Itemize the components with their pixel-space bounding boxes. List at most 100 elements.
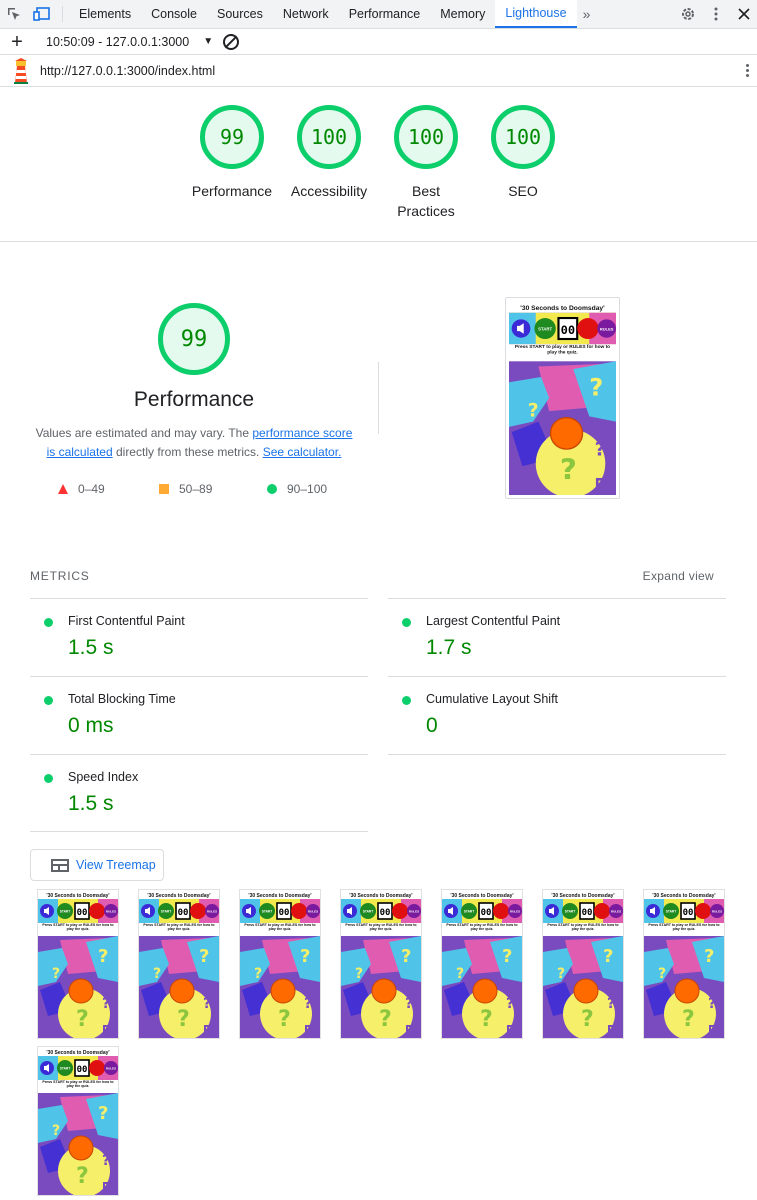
gauge-seo[interactable]: 100 SEO xyxy=(473,105,573,201)
see-calculator-link[interactable]: See calculator. xyxy=(263,445,342,459)
more-tabs-icon[interactable]: » xyxy=(577,0,597,28)
report-url[interactable]: http://127.0.0.1:3000/index.html xyxy=(40,64,215,78)
question-mark: ? xyxy=(278,1007,291,1032)
gauge-score: 100 xyxy=(297,105,361,169)
rules-label: RULES xyxy=(712,910,722,914)
gauge-performance[interactable]: 99 Performance xyxy=(182,105,282,201)
metric-value: 1.5 s xyxy=(68,792,114,815)
game-title: '30 Seconds to Doomsday' xyxy=(46,1050,109,1056)
question-mark: ? xyxy=(528,401,539,422)
timer-digits: 00 xyxy=(561,323,575,337)
final-screenshot[interactable]: '30 Seconds to Doomsday' START 00 RULES Pres… xyxy=(505,297,620,499)
pass-circle-icon xyxy=(402,696,411,705)
gauge-label: Performance xyxy=(191,183,273,199)
start-label: START xyxy=(60,910,70,914)
tab-sources[interactable]: Sources xyxy=(207,0,273,28)
treemap-label: View Treemap xyxy=(76,858,156,872)
filmstrip-frame: '30 Seconds to Doomsday' START 00 RULES Pres… xyxy=(37,889,119,1040)
question-mark: ? xyxy=(682,1007,695,1032)
start-label: START xyxy=(666,910,676,914)
game-title: '30 Seconds to Doomsday' xyxy=(147,893,210,899)
desc-middle: directly from these metrics. xyxy=(112,445,263,459)
question-mark: ? xyxy=(603,946,613,967)
game-instructions: Press START to play or RULES for how to … xyxy=(244,923,316,932)
question-mark: ? xyxy=(658,966,666,982)
question-mark: ? xyxy=(52,966,60,982)
tab-network[interactable]: Network xyxy=(273,0,339,28)
tab-console[interactable]: Console xyxy=(141,0,207,28)
filmstrip-frame: '30 Seconds to Doomsday' START 00 RULES Pres… xyxy=(643,889,725,1040)
legend-range: 90–100 xyxy=(287,482,328,496)
timer-digits: 00 xyxy=(683,908,694,918)
metric-value: 1.7 s xyxy=(426,636,472,659)
performance-title: Performance xyxy=(133,388,255,411)
question-mark: ? xyxy=(456,966,464,982)
game-instructions: Press START to play or RULES for how to … xyxy=(42,1080,114,1089)
tab-elements[interactable]: Elements xyxy=(69,0,141,28)
game-instructions: Press START to play or RULES for how to … xyxy=(446,923,518,932)
pass-circle-icon xyxy=(44,618,53,627)
metric-speed-index: Speed Index 1.5 s xyxy=(30,754,368,832)
report-url-bar: http://127.0.0.1:3000/index.html xyxy=(0,55,757,87)
tab-memory[interactable]: Memory xyxy=(430,0,495,28)
question-mark: ? xyxy=(557,966,565,982)
timer-digits: 00 xyxy=(77,1065,88,1075)
pass-circle-icon xyxy=(44,696,53,705)
desc-prefix: Values are estimated and may vary. The xyxy=(35,426,253,440)
question-mark: ? xyxy=(98,946,108,967)
question-mark: ? xyxy=(595,440,606,461)
gauge-score: 100 xyxy=(394,105,458,169)
device-toolbar-icon[interactable] xyxy=(28,0,56,28)
filmstrip-frame: '30 Seconds to Doomsday' START 00 RULES Pres… xyxy=(239,889,321,1040)
customize-menu-icon[interactable] xyxy=(703,7,729,21)
new-report-plus-icon[interactable]: + xyxy=(0,32,34,52)
tab-performance[interactable]: Performance xyxy=(339,0,431,28)
expand-view-button[interactable]: Expand view xyxy=(643,569,714,583)
report-dropdown-caret-icon[interactable]: ▼ xyxy=(203,36,213,47)
filmstrip-frame: '30 Seconds to Doomsday' START 00 RULES Pres… xyxy=(37,1046,119,1197)
triangle-icon xyxy=(58,484,68,494)
settings-gear-icon[interactable] xyxy=(675,6,701,22)
legend-pass: 90–100 xyxy=(267,482,327,496)
start-label: START xyxy=(161,910,171,914)
report-selector[interactable]: 10:50:09 - 127.0.0.1:3000 xyxy=(46,35,189,49)
start-label: START xyxy=(262,910,272,914)
game-title: '30 Seconds to Doomsday' xyxy=(551,893,614,899)
question-mark: ? xyxy=(203,996,211,1012)
close-icon[interactable] xyxy=(731,8,757,20)
timer-digits: 00 xyxy=(481,908,492,918)
filmstrip-frame: '30 Seconds to Doomsday' START 00 RULES Pres… xyxy=(138,889,220,1040)
metric-value: 0 ms xyxy=(68,714,114,737)
question-mark: ? xyxy=(379,1007,392,1032)
game-instructions: Press START to play or RULES for how to … xyxy=(648,923,720,932)
game-instructions: Press START to play or RULES for how to … xyxy=(514,344,611,356)
gauge-score: 99 xyxy=(200,105,264,169)
timer-digits: 00 xyxy=(582,908,593,918)
gauge-best-practices[interactable]: 100 Best Practices xyxy=(376,105,476,221)
game-instructions: Press START to play or RULES for how to … xyxy=(547,923,619,932)
question-mark: ? xyxy=(199,946,209,967)
pass-circle-icon xyxy=(402,618,411,627)
clear-reports-icon[interactable] xyxy=(223,33,240,50)
tab-lighthouse[interactable]: Lighthouse xyxy=(495,0,577,28)
rules-label: RULES xyxy=(409,910,419,914)
question-mark: ? xyxy=(254,966,262,982)
inspect-element-icon[interactable] xyxy=(0,0,28,28)
gauge-score: 100 xyxy=(491,105,555,169)
question-mark: ? xyxy=(405,996,413,1012)
metric-value: 1.5 s xyxy=(68,636,114,659)
report-menu-icon[interactable] xyxy=(745,64,749,77)
question-mark: ? xyxy=(560,453,577,487)
gauge-accessibility[interactable]: 100 Accessibility xyxy=(279,105,379,201)
rules-label: RULES xyxy=(207,910,217,914)
legend-range: 0–49 xyxy=(78,482,105,496)
question-mark: ? xyxy=(480,1007,493,1032)
game-title: '30 Seconds to Doomsday' xyxy=(248,893,311,899)
view-treemap-button[interactable]: View Treemap xyxy=(30,849,164,881)
start-label: START xyxy=(363,910,373,914)
metric-name: Largest Contentful Paint xyxy=(426,614,561,628)
gauge-label: SEO xyxy=(508,183,538,199)
gauge-label: Best Practices xyxy=(397,183,455,219)
question-mark: ? xyxy=(704,946,714,967)
question-mark: ? xyxy=(607,996,615,1012)
